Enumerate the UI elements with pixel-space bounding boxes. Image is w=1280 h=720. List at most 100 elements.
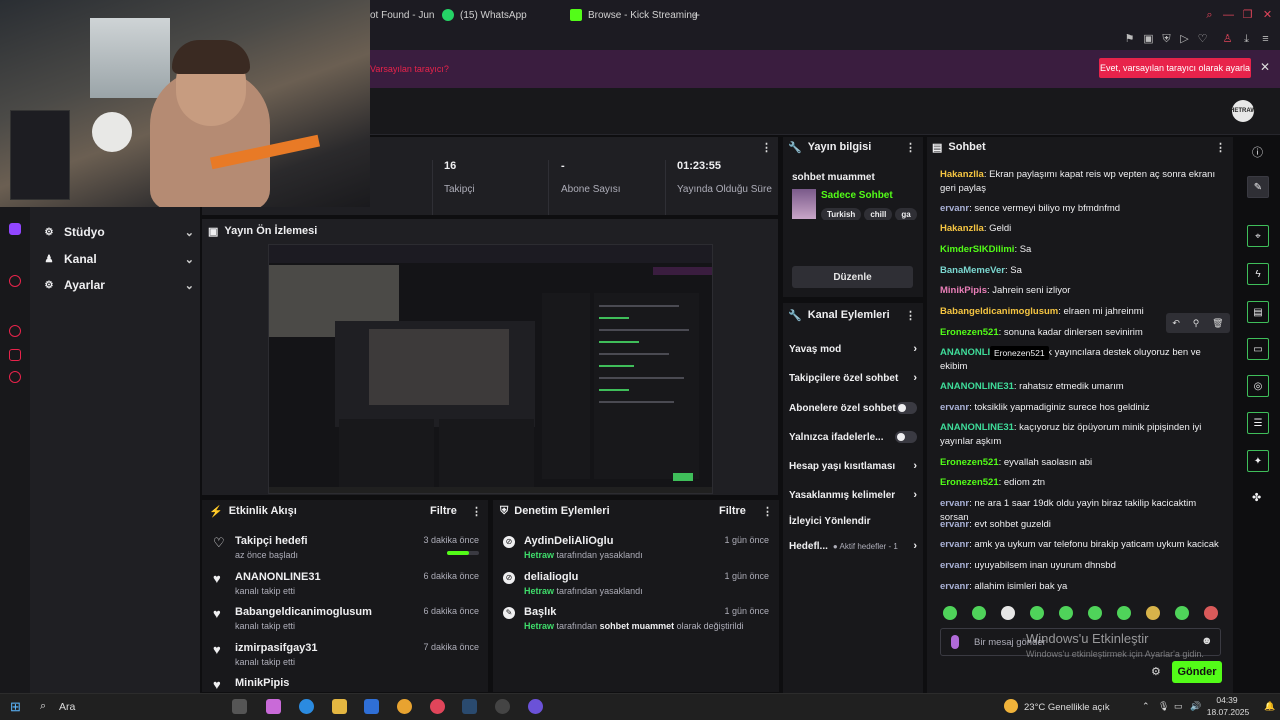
emote-icon[interactable] — [972, 606, 986, 620]
broadcast-icon[interactable]: ◎ — [1247, 375, 1269, 397]
twitch-icon[interactable] — [9, 223, 21, 235]
chat-username[interactable]: Eronezen521 — [940, 457, 999, 468]
banned-words-row[interactable]: Yasaklanmış kelimeler › — [789, 486, 917, 504]
play-icon[interactable]: ▷ — [1178, 33, 1191, 46]
search-icon[interactable]: ⌕ — [1203, 9, 1216, 22]
edit-button[interactable]: Düzenle — [792, 266, 913, 288]
chat-username[interactable]: KimderSIKDilimi — [940, 244, 1014, 255]
chat-bubble-icon[interactable]: ▭ — [1247, 338, 1269, 360]
microphone-icon[interactable] — [951, 635, 959, 649]
chat-username[interactable]: ervanr — [940, 581, 969, 592]
task-view-icon[interactable] — [232, 699, 247, 714]
puzzle-icon[interactable] — [9, 349, 21, 361]
chat-username[interactable]: ervanr — [940, 402, 969, 413]
chat-username[interactable]: Babangeldicanimoglusum — [940, 306, 1058, 317]
windows-start-icon[interactable]: ⊞ — [10, 700, 23, 713]
close-icon[interactable]: ✕ — [1260, 60, 1270, 74]
stream-info-menu-icon[interactable]: ⋮ — [905, 141, 916, 154]
emote-icon[interactable] — [1088, 606, 1102, 620]
send-button[interactable]: Gönder — [1172, 661, 1222, 683]
taskbar-search-input[interactable]: Ara — [59, 701, 75, 713]
chat-username[interactable]: ervanr — [940, 203, 969, 214]
file-explorer-icon[interactable] — [332, 699, 347, 714]
host-row[interactable]: İzleyici Yönlendir — [789, 512, 917, 530]
emote-icon[interactable] — [1030, 606, 1044, 620]
volume-icon[interactable]: 🔊 — [1190, 701, 1201, 712]
undo-icon[interactable]: ↶ — [1172, 318, 1180, 329]
microphone-icon[interactable]: 🎙 — [1158, 701, 1169, 712]
close-window-icon[interactable]: ✕ — [1261, 9, 1274, 22]
emote-icon[interactable] — [1175, 606, 1189, 620]
chat-username[interactable]: ervanr — [940, 498, 969, 509]
settings-icon[interactable] — [9, 371, 21, 383]
emoji-icon[interactable]: ☻ — [1201, 635, 1213, 647]
tag[interactable]: ga — [895, 208, 917, 220]
network-icon[interactable]: ▭ — [1174, 701, 1183, 712]
chat-username[interactable]: Eronezen521 — [940, 327, 999, 338]
tag[interactable]: Turkish — [821, 208, 862, 220]
chat-username[interactable]: BanaMemeVer — [940, 265, 1005, 276]
gear-icon[interactable]: ⚙ — [1151, 665, 1161, 678]
nav-studio[interactable]: ⚙ Stüdyo ⌄ — [44, 221, 194, 243]
activity-filter-button[interactable]: Filtre — [430, 501, 457, 521]
emote-icon[interactable] — [1001, 606, 1015, 620]
followers-only-row[interactable]: Takipçilere özel sohbet › — [789, 369, 917, 387]
slow-mode-row[interactable]: Yavaş mod › — [789, 340, 917, 358]
app-icon[interactable] — [528, 699, 543, 714]
heart-icon[interactable]: ♡ — [1196, 33, 1209, 46]
tab-kick[interactable]: Browse - Kick Streaming — [570, 6, 697, 24]
emote-only-toggle[interactable] — [895, 431, 917, 443]
chat-menu-icon[interactable]: ⋮ — [1215, 141, 1226, 154]
clock-time[interactable]: 04:39 — [1212, 695, 1242, 705]
emote-icon[interactable] — [1117, 606, 1131, 620]
shield-icon[interactable]: ⛨ — [1160, 33, 1173, 46]
download-icon[interactable]: ⤓ — [1240, 33, 1253, 46]
tab-whatsapp[interactable]: (15) WhatsApp — [442, 6, 527, 24]
trash-icon[interactable]: 🗑 — [1212, 318, 1223, 329]
chat-username[interactable]: ANANONLINE31 — [940, 422, 1014, 433]
stream-preview-video[interactable] — [268, 244, 713, 494]
search-icon[interactable]: ⌕ — [40, 700, 46, 713]
profile-icon[interactable]: ♙ — [1221, 33, 1234, 46]
steam-icon[interactable] — [462, 699, 477, 714]
menu-icon[interactable]: ≡ — [1259, 33, 1272, 46]
chat-username[interactable]: Eronezen521 — [940, 477, 999, 488]
server-icon[interactable]: ☰ — [1247, 412, 1269, 434]
record-icon[interactable] — [9, 275, 21, 287]
subscribers-only-toggle[interactable] — [895, 402, 917, 414]
chat-username[interactable]: ervanr — [940, 519, 969, 530]
outlook-icon[interactable] — [364, 699, 379, 714]
avatar[interactable]: HETRAW — [1230, 100, 1256, 122]
category-name[interactable]: Sadece Sohbet — [821, 190, 893, 201]
bookmark-icon[interactable]: ⚑ — [1123, 33, 1136, 46]
channel-actions-menu-icon[interactable]: ⋮ — [905, 309, 916, 322]
activity-menu-icon[interactable]: ⋮ — [471, 505, 482, 518]
opera-icon[interactable] — [430, 699, 445, 714]
pin-icon[interactable]: ⚲ — [1193, 318, 1200, 329]
emote-icon[interactable] — [943, 606, 957, 620]
copilot-icon[interactable] — [266, 699, 281, 714]
nav-settings[interactable]: ⚙ Ayarlar ⌄ — [44, 274, 194, 296]
set-default-browser-button[interactable]: Evet, varsayılan tarayıcı olarak ayarla — [1099, 58, 1251, 78]
clock-date[interactable]: 18.07.2025 — [1203, 707, 1253, 717]
chat-username[interactable]: ervanr — [940, 539, 969, 550]
emote-icon[interactable] — [1146, 606, 1160, 620]
info-icon[interactable]: ⓘ — [1252, 144, 1263, 160]
chat-username[interactable]: Hakanzlla — [940, 223, 984, 234]
obs-icon[interactable] — [495, 699, 510, 714]
maximize-icon[interactable]: ❐ — [1241, 9, 1254, 22]
nav-channel[interactable]: ♟ Kanal ⌄ — [44, 248, 194, 270]
screenshot-icon[interactable]: ▣ — [1142, 33, 1155, 46]
emote-icon[interactable] — [1059, 606, 1073, 620]
capture-icon[interactable]: ⌖ — [1247, 225, 1269, 247]
account-age-row[interactable]: Hesap yaşı kısıtlaması › — [789, 457, 917, 475]
chat-username[interactable]: MinikPipis — [940, 285, 987, 296]
weather-text[interactable]: 23°C Genellikle açık — [1024, 702, 1110, 713]
emote-icon[interactable] — [1204, 606, 1218, 620]
mod-menu-icon[interactable]: ⋮ — [762, 505, 773, 518]
stats-menu-icon[interactable]: ⋮ — [761, 141, 772, 154]
chevron-up-icon[interactable]: ⌃ — [1142, 701, 1150, 712]
chat-username[interactable]: ervanr — [940, 560, 969, 571]
share-icon[interactable]: ✤ — [1252, 491, 1261, 504]
chat-username[interactable]: Hakanzlla — [940, 169, 984, 180]
